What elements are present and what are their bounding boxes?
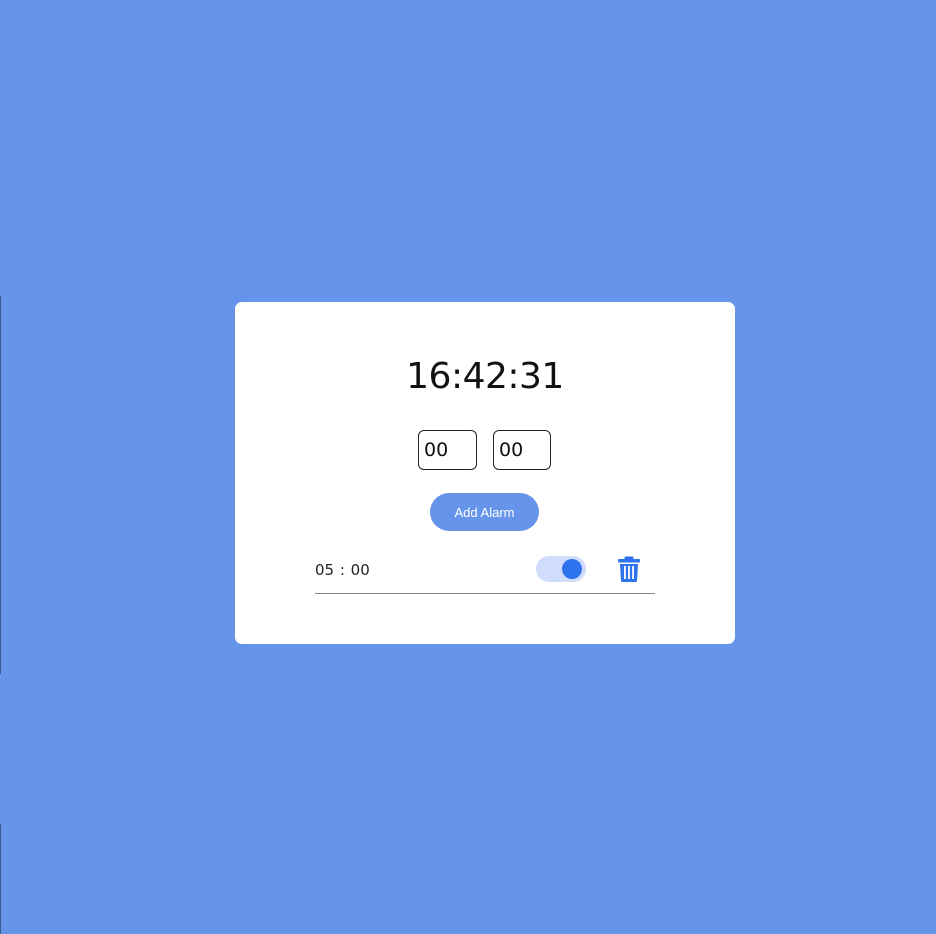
add-alarm-button[interactable]: Add Alarm: [430, 493, 539, 531]
toggle-knob: [562, 559, 582, 579]
alarm-list-item: 05 : 00: [315, 552, 655, 594]
current-time-display: 16:42:31: [406, 356, 564, 397]
trash-icon: [618, 556, 640, 582]
alarm-toggle[interactable]: [536, 556, 586, 582]
alarm-card: 16:42:31 Add Alarm 05 : 00: [235, 302, 735, 644]
minute-input[interactable]: [493, 430, 551, 470]
left-edge-line: [0, 296, 1, 674]
hour-input[interactable]: [418, 430, 477, 470]
delete-alarm-button[interactable]: [615, 555, 643, 583]
alarm-time-label: 05 : 00: [315, 561, 370, 579]
left-edge-line: [0, 824, 1, 934]
